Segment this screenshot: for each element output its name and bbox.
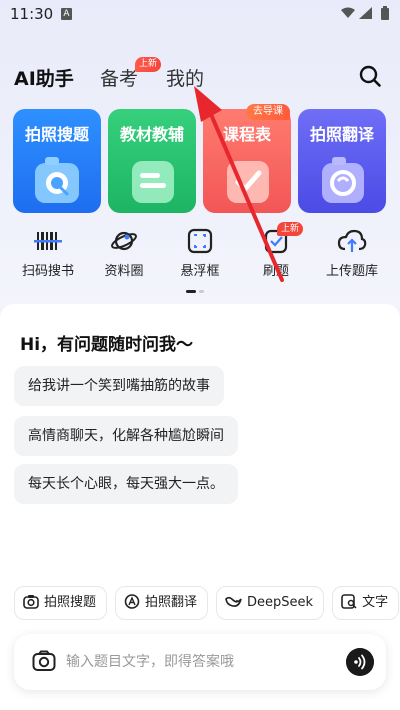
document-search-icon bbox=[341, 594, 357, 609]
card-label: 教材教辅 bbox=[119, 125, 184, 144]
app-notification-icon: A bbox=[61, 8, 72, 20]
header: AI助手 备考 上新 我的 bbox=[0, 52, 400, 98]
suggestion-item[interactable]: 每天长个心眼，每天强大一点。 bbox=[14, 464, 238, 504]
card-label: 课程表 bbox=[222, 125, 271, 144]
tool-label: 悬浮框 bbox=[180, 264, 220, 279]
deepseek-icon bbox=[225, 596, 242, 607]
planet-icon bbox=[111, 231, 137, 251]
status-bar: 11:30 A bbox=[0, 0, 400, 28]
barcode-icon bbox=[34, 232, 62, 250]
chip-photo-translate[interactable]: 拍照翻译 bbox=[115, 586, 209, 620]
chip-label: 拍照翻译 bbox=[145, 595, 198, 610]
page-dot bbox=[199, 290, 204, 293]
translate-camera-icon bbox=[322, 157, 364, 203]
chip-deepseek[interactable]: DeepSeek bbox=[216, 586, 325, 620]
page-dot-active bbox=[186, 290, 196, 293]
cloud-upload-icon bbox=[337, 229, 367, 252]
new-badge: 上新 bbox=[135, 57, 162, 72]
tool-practice[interactable]: 刷题 bbox=[238, 228, 314, 284]
card-textbook[interactable]: 教材教辅 bbox=[108, 109, 196, 213]
tab-mine[interactable]: 我的 bbox=[166, 64, 204, 91]
chip-text-search[interactable]: 文字 bbox=[332, 586, 400, 620]
chat-input-bar bbox=[14, 634, 386, 690]
check-calendar-icon bbox=[227, 161, 269, 203]
translate-icon bbox=[124, 594, 140, 609]
camera-icon[interactable] bbox=[32, 650, 56, 672]
course-guide-badge: 去导课 bbox=[246, 104, 290, 120]
scan-frame-icon bbox=[187, 228, 213, 254]
signal-icon bbox=[359, 7, 372, 19]
tool-label: 资料圈 bbox=[104, 264, 144, 279]
camera-icon bbox=[23, 595, 39, 609]
card-course-schedule[interactable]: 课程表 bbox=[203, 109, 291, 213]
suggestion-item[interactable]: 高情商聊天，化解各种尴尬瞬间 bbox=[14, 416, 238, 456]
suggestion-item[interactable]: 给我讲一个笑到嘴抽筋的故事 bbox=[14, 366, 224, 406]
greeting-text: Hi，有问题随时问我～ bbox=[20, 335, 194, 355]
tool-materials[interactable]: 资料圈 bbox=[86, 228, 162, 284]
tool-label: 扫码搜书 bbox=[21, 264, 74, 279]
battery-icon bbox=[381, 6, 389, 20]
camera-search-icon bbox=[35, 157, 79, 203]
chip-label: 拍照搜题 bbox=[44, 595, 97, 610]
tool-upload-bank[interactable]: 上传题库 bbox=[314, 228, 390, 284]
status-time: 11:30 bbox=[10, 5, 54, 23]
quick-chips: 拍照搜题 拍照翻译 DeepSeek 文字 bbox=[14, 586, 400, 622]
tool-label: 刷题 bbox=[262, 264, 289, 279]
search-icon[interactable] bbox=[358, 64, 382, 88]
card-label: 拍照翻译 bbox=[309, 125, 374, 144]
book-icon bbox=[132, 161, 174, 203]
card-photo-translate[interactable]: 拍照翻译 bbox=[298, 109, 386, 213]
card-label: 拍照搜题 bbox=[24, 125, 89, 144]
tab-exam-prep[interactable]: 备考 bbox=[100, 64, 138, 91]
tool-scan-book[interactable]: 扫码搜书 bbox=[10, 228, 86, 284]
wifi-icon bbox=[341, 7, 355, 18]
voice-icon[interactable] bbox=[346, 648, 374, 676]
tool-label: 上传题库 bbox=[325, 264, 378, 279]
chip-photo-search[interactable]: 拍照搜题 bbox=[14, 586, 108, 620]
card-photo-search[interactable]: 拍照搜题 bbox=[13, 109, 101, 213]
tab-ai-assistant[interactable]: AI助手 bbox=[14, 64, 74, 91]
chat-panel: Hi，有问题随时问我～ 给我讲一个笑到嘴抽筋的故事 高情商聊天，化解各种尴尬瞬间… bbox=[0, 304, 400, 710]
new-badge: 上新 bbox=[277, 222, 304, 236]
chip-label: DeepSeek bbox=[247, 595, 314, 610]
chip-label: 文字 bbox=[362, 595, 389, 610]
question-input[interactable] bbox=[66, 648, 336, 676]
tool-floating-window[interactable]: 悬浮框 bbox=[162, 228, 238, 284]
